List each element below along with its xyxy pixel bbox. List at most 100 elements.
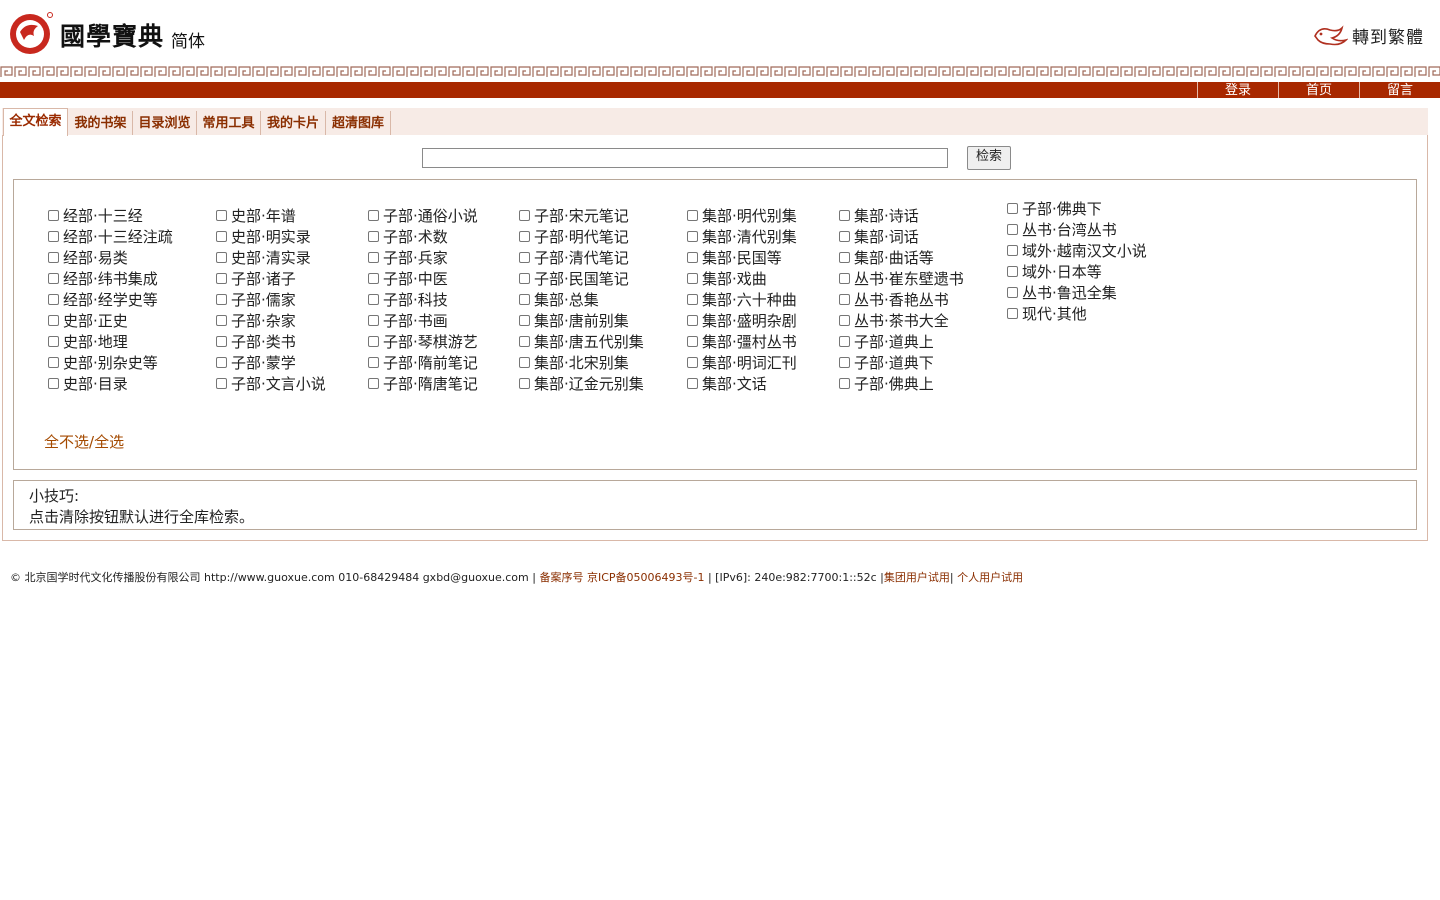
category-option[interactable]: 集部·总集 <box>519 289 644 310</box>
category-option[interactable]: 子部·清代笔记 <box>519 247 644 268</box>
tab-hd-gallery[interactable]: 超清图库 <box>326 111 391 135</box>
category-option[interactable]: 子部·书画 <box>368 310 478 331</box>
category-option[interactable]: 集部·彊村丛书 <box>687 331 797 352</box>
category-option[interactable]: 子部·佛典上 <box>839 373 964 394</box>
category-option[interactable]: 史部·明实录 <box>216 226 326 247</box>
category-checkbox[interactable] <box>48 252 59 263</box>
tab-fulltext-search[interactable]: 全文检索 <box>3 108 68 136</box>
category-option[interactable]: 集部·词话 <box>839 226 964 247</box>
category-option[interactable]: 史部·清实录 <box>216 247 326 268</box>
category-checkbox[interactable] <box>519 315 530 326</box>
group-trial-link[interactable]: 集团用户试用 <box>884 571 950 584</box>
category-checkbox[interactable] <box>1007 308 1018 319</box>
category-checkbox[interactable] <box>839 315 850 326</box>
icp-label-link[interactable]: 备案序号 <box>539 571 583 584</box>
category-option[interactable]: 集部·戏曲 <box>687 268 797 289</box>
category-option[interactable]: 丛书·鲁迅全集 <box>1007 282 1147 303</box>
category-checkbox[interactable] <box>839 336 850 347</box>
category-checkbox[interactable] <box>519 357 530 368</box>
category-option[interactable]: 集部·辽金元别集 <box>519 373 644 394</box>
category-checkbox[interactable] <box>519 273 530 284</box>
guoxue-logo-icon[interactable] <box>8 10 54 56</box>
tab-catalog-browse[interactable]: 目录浏览 <box>133 111 197 135</box>
category-checkbox[interactable] <box>368 378 379 389</box>
category-checkbox[interactable] <box>687 210 698 221</box>
category-option[interactable]: 集部·民国等 <box>687 247 797 268</box>
category-checkbox[interactable] <box>687 357 698 368</box>
category-checkbox[interactable] <box>687 294 698 305</box>
category-checkbox[interactable] <box>216 315 227 326</box>
category-checkbox[interactable] <box>519 252 530 263</box>
category-option[interactable]: 集部·诗话 <box>839 205 964 226</box>
tab-common-tools[interactable]: 常用工具 <box>197 111 261 135</box>
category-option[interactable]: 域外·越南汉文小说 <box>1007 240 1147 261</box>
category-option[interactable]: 史部·地理 <box>48 331 173 352</box>
category-checkbox[interactable] <box>839 378 850 389</box>
category-option[interactable]: 子部·诸子 <box>216 268 326 289</box>
category-option[interactable]: 子部·道典上 <box>839 331 964 352</box>
category-checkbox[interactable] <box>687 252 698 263</box>
category-checkbox[interactable] <box>368 357 379 368</box>
category-checkbox[interactable] <box>687 231 698 242</box>
category-checkbox[interactable] <box>48 336 59 347</box>
search-input[interactable] <box>422 148 948 168</box>
category-checkbox[interactable] <box>519 210 530 221</box>
category-checkbox[interactable] <box>519 336 530 347</box>
category-option[interactable]: 丛书·香艳丛书 <box>839 289 964 310</box>
category-checkbox[interactable] <box>519 231 530 242</box>
category-checkbox[interactable] <box>1007 245 1018 256</box>
category-option[interactable]: 子部·文言小说 <box>216 373 326 394</box>
category-option[interactable]: 子部·琴棋游艺 <box>368 331 478 352</box>
category-option[interactable]: 子部·杂家 <box>216 310 326 331</box>
category-checkbox[interactable] <box>368 273 379 284</box>
select-all-link[interactable]: 全选 <box>94 433 124 451</box>
category-option[interactable]: 史部·正史 <box>48 310 173 331</box>
category-checkbox[interactable] <box>839 231 850 242</box>
category-checkbox[interactable] <box>368 294 379 305</box>
category-option[interactable]: 史部·年谱 <box>216 205 326 226</box>
deselect-all-link[interactable]: 全不选 <box>44 433 89 451</box>
category-option[interactable]: 子部·兵家 <box>368 247 478 268</box>
category-option[interactable]: 经部·易类 <box>48 247 173 268</box>
category-checkbox[interactable] <box>48 210 59 221</box>
category-option[interactable]: 子部·隋前笔记 <box>368 352 478 373</box>
category-checkbox[interactable] <box>519 378 530 389</box>
category-option[interactable]: 子部·宋元笔记 <box>519 205 644 226</box>
category-checkbox[interactable] <box>1007 266 1018 277</box>
to-traditional-link[interactable]: 轉到繁體 <box>1312 22 1424 48</box>
category-checkbox[interactable] <box>839 252 850 263</box>
category-checkbox[interactable] <box>216 357 227 368</box>
category-checkbox[interactable] <box>687 336 698 347</box>
category-option[interactable]: 集部·盛明杂剧 <box>687 310 797 331</box>
category-option[interactable]: 子部·术数 <box>368 226 478 247</box>
category-option[interactable]: 域外·日本等 <box>1007 261 1147 282</box>
category-checkbox[interactable] <box>368 336 379 347</box>
category-checkbox[interactable] <box>48 315 59 326</box>
category-checkbox[interactable] <box>216 210 227 221</box>
category-checkbox[interactable] <box>687 315 698 326</box>
category-checkbox[interactable] <box>216 378 227 389</box>
category-checkbox[interactable] <box>216 231 227 242</box>
category-option[interactable]: 子部·明代笔记 <box>519 226 644 247</box>
category-checkbox[interactable] <box>48 231 59 242</box>
category-option[interactable]: 子部·中医 <box>368 268 478 289</box>
category-option[interactable]: 集部·北宋别集 <box>519 352 644 373</box>
category-option[interactable]: 子部·蒙学 <box>216 352 326 373</box>
category-checkbox[interactable] <box>687 378 698 389</box>
category-checkbox[interactable] <box>1007 224 1018 235</box>
message-link[interactable]: 留言 <box>1359 82 1440 98</box>
category-checkbox[interactable] <box>48 378 59 389</box>
category-checkbox[interactable] <box>48 294 59 305</box>
tab-my-cards[interactable]: 我的卡片 <box>261 111 326 135</box>
category-checkbox[interactable] <box>368 252 379 263</box>
category-option[interactable]: 子部·类书 <box>216 331 326 352</box>
category-checkbox[interactable] <box>839 210 850 221</box>
category-checkbox[interactable] <box>687 273 698 284</box>
category-checkbox[interactable] <box>216 336 227 347</box>
category-option[interactable]: 经部·十三经 <box>48 205 173 226</box>
category-checkbox[interactable] <box>48 357 59 368</box>
category-checkbox[interactable] <box>48 273 59 284</box>
category-option[interactable]: 子部·通俗小说 <box>368 205 478 226</box>
category-option[interactable]: 经部·十三经注疏 <box>48 226 173 247</box>
home-link[interactable]: 首页 <box>1278 82 1359 98</box>
